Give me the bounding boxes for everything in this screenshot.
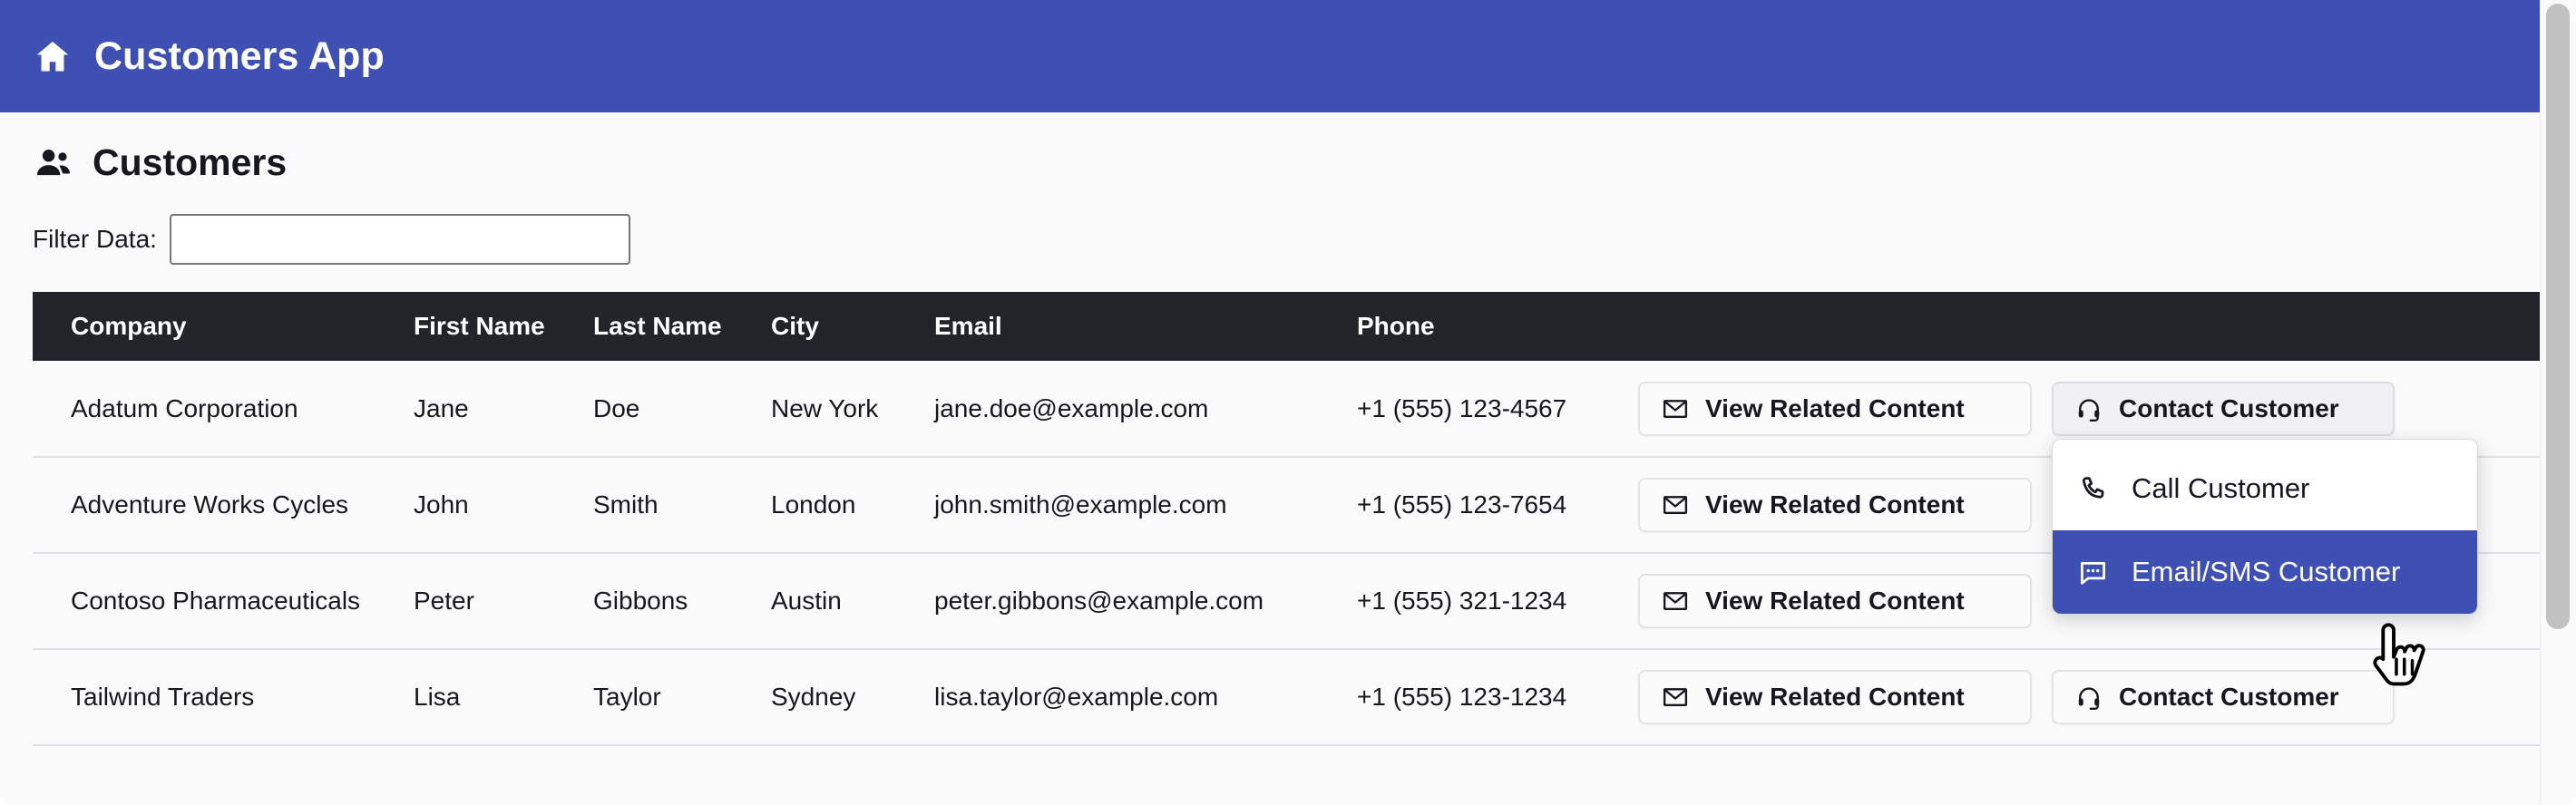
home-icon[interactable] bbox=[33, 36, 73, 76]
contact-customer-button[interactable]: Contact Customer bbox=[2052, 670, 2395, 724]
page-content: Customers Filter Data: Company First Nam… bbox=[0, 112, 2540, 805]
cell-last-name: Smith bbox=[593, 457, 771, 554]
column-header-company: Company bbox=[33, 292, 414, 361]
cell-city: New York bbox=[771, 361, 934, 458]
menu-item-email-sms-customer[interactable]: Email/SMS Customer bbox=[2053, 530, 2477, 614]
cell-email: lisa.taylor@example.com bbox=[934, 649, 1357, 746]
cell-city: Austin bbox=[771, 553, 934, 650]
column-header-first-name: First Name bbox=[414, 292, 593, 361]
cell-company: Adatum Corporation bbox=[33, 361, 414, 458]
filter-input[interactable] bbox=[169, 214, 630, 265]
message-icon bbox=[2078, 558, 2108, 587]
column-header-email: Email bbox=[934, 292, 1357, 361]
envelope-icon bbox=[1662, 395, 1689, 422]
column-header-last-name: Last Name bbox=[593, 292, 771, 361]
row-action-buttons: View Related Content bbox=[1638, 381, 2540, 436]
column-header-city: City bbox=[771, 292, 934, 361]
cell-actions: View Related Content bbox=[1638, 361, 2540, 615]
envelope-icon bbox=[1662, 491, 1689, 519]
button-label: View Related Content bbox=[1705, 393, 1965, 422]
table-head: Company First Name Last Name City Email … bbox=[33, 292, 2540, 361]
cell-last-name: Gibbons bbox=[593, 553, 771, 650]
menu-item-label: Call Customer bbox=[2132, 472, 2310, 504]
button-label: Contact Customer bbox=[2119, 393, 2339, 422]
button-label: View Related Content bbox=[1705, 490, 1965, 519]
column-header-actions bbox=[1638, 292, 2540, 361]
view-related-content-button[interactable]: View Related Content bbox=[1638, 574, 2032, 628]
app-header-bar: Customers App bbox=[0, 0, 2540, 112]
app-window: Customers App Customers Filter Data: Com… bbox=[0, 0, 2576, 805]
cell-first-name: Peter bbox=[414, 553, 593, 650]
cell-phone: +1 (555) 123-4567 bbox=[1357, 361, 1638, 458]
cell-actions: View Related Content bbox=[1638, 649, 2540, 746]
phone-icon bbox=[2078, 474, 2108, 504]
cell-email: john.smith@example.com bbox=[934, 457, 1357, 554]
menu-item-call-customer[interactable]: Call Customer bbox=[2053, 447, 2477, 530]
vertical-scrollbar[interactable] bbox=[2540, 0, 2576, 805]
people-icon bbox=[33, 141, 74, 183]
cell-first-name: John bbox=[414, 457, 593, 554]
contact-customer-button[interactable]: Contact Customer bbox=[2052, 381, 2395, 436]
headset-icon bbox=[2075, 684, 2103, 711]
button-label: Contact Customer bbox=[2119, 683, 2339, 711]
cell-first-name: Jane bbox=[414, 361, 593, 458]
column-header-phone: Phone bbox=[1357, 292, 1638, 361]
view-related-content-button[interactable]: View Related Content bbox=[1638, 381, 2032, 436]
button-label: View Related Content bbox=[1705, 587, 1965, 615]
app-title: Customers App bbox=[94, 34, 385, 78]
view-related-content-button[interactable]: View Related Content bbox=[1638, 478, 2032, 532]
menu-item-label: Email/SMS Customer bbox=[2132, 556, 2401, 587]
table-header-row: Company First Name Last Name City Email … bbox=[33, 292, 2540, 361]
cell-city: Sydney bbox=[771, 649, 934, 746]
cell-phone: +1 (555) 123-1234 bbox=[1357, 649, 1638, 746]
customers-table: Company First Name Last Name City Email … bbox=[33, 292, 2540, 746]
cell-city: London bbox=[771, 457, 934, 554]
table-body: Adatum Corporation Jane Doe New York jan… bbox=[33, 361, 2540, 746]
view-related-content-button[interactable]: View Related Content bbox=[1638, 670, 2032, 724]
cell-company: Adventure Works Cycles bbox=[33, 457, 414, 554]
envelope-icon bbox=[1662, 587, 1689, 615]
contact-customer-menu: Call Customer Email/SMS Customer bbox=[2052, 439, 2478, 615]
filter-row: Filter Data: bbox=[33, 214, 2540, 265]
row-action-buttons: View Related Content bbox=[1638, 670, 2540, 724]
envelope-icon bbox=[1662, 684, 1689, 711]
customers-table-wrapper: Company First Name Last Name City Email … bbox=[33, 292, 2540, 746]
button-label: View Related Content bbox=[1705, 683, 1965, 711]
scrollbar-thumb[interactable] bbox=[2546, 4, 2570, 629]
page-title-row: Customers bbox=[33, 112, 2540, 183]
cell-first-name: Lisa bbox=[414, 649, 593, 746]
cell-company: Tailwind Traders bbox=[33, 649, 414, 746]
page-title: Customers bbox=[93, 141, 288, 183]
headset-icon bbox=[2075, 395, 2103, 422]
table-row: Tailwind Traders Lisa Taylor Sydney lisa… bbox=[33, 649, 2540, 746]
cell-email: jane.doe@example.com bbox=[934, 361, 1357, 458]
cell-last-name: Doe bbox=[593, 361, 771, 458]
table-row: Adatum Corporation Jane Doe New York jan… bbox=[33, 361, 2540, 615]
cell-email: peter.gibbons@example.com bbox=[934, 553, 1357, 650]
cell-company: Contoso Pharmaceuticals bbox=[33, 553, 414, 650]
cell-last-name: Taylor bbox=[593, 649, 771, 746]
filter-label: Filter Data: bbox=[33, 225, 157, 253]
cell-phone: +1 (555) 321-1234 bbox=[1357, 553, 1638, 650]
cell-phone: +1 (555) 123-7654 bbox=[1357, 457, 1638, 554]
